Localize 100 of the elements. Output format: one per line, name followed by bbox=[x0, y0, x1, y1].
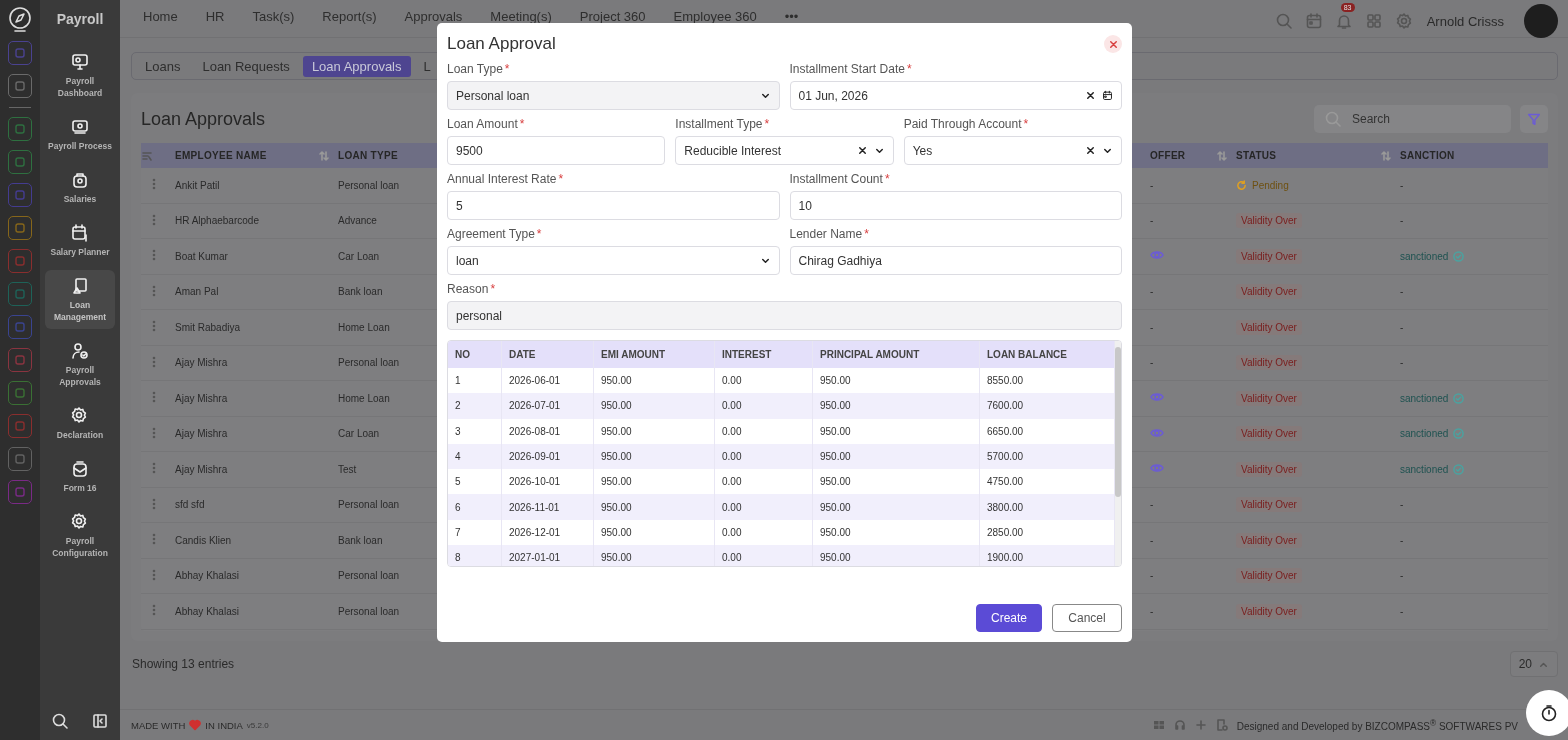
kebab-menu-icon[interactable] bbox=[152, 533, 156, 546]
select-field[interactable]: loan bbox=[447, 246, 780, 275]
kebab-menu-icon[interactable] bbox=[152, 391, 156, 404]
bell-icon[interactable] bbox=[1334, 12, 1353, 30]
nav-link[interactable]: Home bbox=[143, 9, 190, 23]
nav-link[interactable]: Employee 360 bbox=[673, 9, 769, 23]
document-icon[interactable] bbox=[1215, 719, 1228, 731]
tab[interactable]: Loans bbox=[136, 55, 190, 77]
sidebar-item[interactable]: Payroll Configuration bbox=[45, 506, 115, 565]
grid-icon[interactable] bbox=[1364, 12, 1383, 30]
app-icon[interactable] bbox=[8, 447, 32, 471]
sort-icon[interactable] bbox=[318, 149, 330, 162]
calendar-icon bbox=[70, 223, 90, 243]
date-field[interactable]: 01 Jun, 2026 bbox=[789, 81, 1122, 110]
sort-icon[interactable] bbox=[1380, 149, 1392, 162]
sidebar-item[interactable]: Loan Management bbox=[45, 270, 115, 329]
user-name[interactable]: Arnold Crisss bbox=[1426, 13, 1504, 29]
kebab-menu-icon[interactable] bbox=[152, 284, 156, 297]
sidebar-collapse-icon[interactable] bbox=[91, 712, 109, 730]
page-size-select[interactable]: 20 bbox=[1509, 651, 1558, 677]
sidebar-item[interactable]: Payroll Approvals bbox=[45, 335, 115, 394]
app-icon[interactable] bbox=[8, 414, 32, 438]
cancel-button[interactable]: Cancel bbox=[1052, 604, 1122, 632]
sidebar-item[interactable]: Form 16 bbox=[45, 453, 115, 500]
input-field[interactable]: 9500 bbox=[447, 136, 666, 165]
app-icon[interactable] bbox=[8, 183, 32, 207]
app-icon[interactable] bbox=[8, 150, 32, 174]
nav-link[interactable]: ••• bbox=[784, 9, 811, 23]
kebab-menu-icon[interactable] bbox=[152, 497, 156, 510]
tab[interactable]: L bbox=[414, 55, 440, 77]
select-field[interactable]: Reducible Interest bbox=[675, 136, 894, 165]
table-cell: 2026-09-01 bbox=[502, 443, 594, 470]
column-header[interactable]: STATUS bbox=[1236, 150, 1277, 161]
nav-link[interactable]: Report(s) bbox=[322, 9, 389, 23]
columns-icon[interactable] bbox=[141, 149, 153, 162]
search-icon[interactable] bbox=[51, 712, 69, 730]
input-field[interactable]: Chirag Gadhiya bbox=[789, 246, 1122, 275]
nav-link[interactable]: HR bbox=[205, 9, 237, 23]
windows-icon[interactable] bbox=[1152, 719, 1165, 731]
sidebar-item[interactable]: Salaries bbox=[45, 164, 115, 211]
eye-icon[interactable] bbox=[1150, 463, 1164, 474]
create-button[interactable]: Create bbox=[975, 604, 1042, 632]
app-icon[interactable] bbox=[8, 282, 32, 306]
input-field[interactable]: 10 bbox=[789, 191, 1122, 220]
eye-icon[interactable] bbox=[1150, 427, 1164, 438]
eye-icon[interactable] bbox=[1150, 250, 1164, 261]
status-label: Pending bbox=[1252, 179, 1289, 191]
table-cell: Ajay Mishra bbox=[175, 392, 228, 404]
avatar[interactable] bbox=[1524, 4, 1558, 38]
app-icon[interactable] bbox=[8, 74, 32, 98]
clear-icon[interactable] bbox=[856, 145, 868, 156]
kebab-menu-icon[interactable] bbox=[152, 213, 156, 226]
app-icon[interactable] bbox=[8, 216, 32, 240]
kebab-menu-icon[interactable] bbox=[152, 249, 156, 262]
status-badge: Validity Over bbox=[1236, 461, 1302, 477]
plus-icon[interactable] bbox=[1194, 719, 1207, 731]
kebab-menu-icon[interactable] bbox=[152, 426, 156, 439]
nav-link[interactable]: Task(s) bbox=[252, 9, 307, 23]
calendar-icon[interactable] bbox=[1102, 90, 1113, 101]
clear-icon[interactable] bbox=[1085, 90, 1096, 101]
nav-link[interactable]: Project 360 bbox=[579, 9, 658, 23]
clear-icon[interactable] bbox=[1085, 145, 1096, 156]
app-icon[interactable] bbox=[8, 41, 32, 65]
close-button[interactable] bbox=[1104, 35, 1122, 53]
app-icon[interactable] bbox=[8, 480, 32, 504]
kebab-menu-icon[interactable] bbox=[152, 604, 156, 617]
app-icon[interactable] bbox=[8, 117, 32, 141]
sidebar-item[interactable]: Payroll Dashboard bbox=[45, 46, 115, 105]
column-header[interactable]: LOAN TYPE bbox=[338, 150, 398, 161]
scrollbar-thumb[interactable] bbox=[1115, 347, 1121, 497]
column-header[interactable]: EMPLOYEE NAME bbox=[175, 150, 267, 161]
app-icon[interactable] bbox=[8, 315, 32, 339]
filter-button[interactable] bbox=[1520, 105, 1548, 133]
column-header[interactable]: OFFER bbox=[1150, 150, 1186, 161]
sort-icon[interactable] bbox=[1216, 149, 1228, 162]
kebab-menu-icon[interactable] bbox=[152, 178, 156, 191]
eye-icon[interactable] bbox=[1150, 392, 1164, 403]
headset-icon[interactable] bbox=[1173, 719, 1186, 731]
search-field[interactable]: Search bbox=[1314, 105, 1511, 133]
sidebar-item[interactable]: Payroll Process bbox=[45, 111, 115, 158]
timer-button[interactable] bbox=[1526, 690, 1568, 736]
app-icon[interactable] bbox=[8, 381, 32, 405]
credit-text: Designed and Developed by BIZCOMPASS$^{®}$ SOFTWARES PV bbox=[1236, 717, 1518, 733]
kebab-menu-icon[interactable] bbox=[152, 568, 156, 581]
sidebar-item[interactable]: Declaration bbox=[45, 400, 115, 447]
column-header[interactable]: SANCTION bbox=[1400, 150, 1455, 161]
app-icon[interactable] bbox=[8, 348, 32, 372]
input-field[interactable]: 5 bbox=[447, 191, 780, 220]
tab[interactable]: Loan Requests bbox=[193, 55, 299, 77]
select-field[interactable]: Yes bbox=[903, 136, 1122, 165]
nav-link[interactable]: Meeting(s) bbox=[490, 9, 564, 23]
settings-icon[interactable] bbox=[1394, 12, 1413, 30]
kebab-menu-icon[interactable] bbox=[152, 462, 156, 475]
kebab-menu-icon[interactable] bbox=[152, 320, 156, 333]
app-icon[interactable] bbox=[8, 249, 32, 273]
tab[interactable]: Loan Approvals bbox=[302, 55, 411, 77]
compass-icon[interactable] bbox=[7, 6, 33, 32]
kebab-menu-icon[interactable] bbox=[152, 355, 156, 368]
nav-link[interactable]: Approvals bbox=[404, 9, 475, 23]
sidebar-item[interactable]: Salary Planner bbox=[45, 217, 115, 264]
